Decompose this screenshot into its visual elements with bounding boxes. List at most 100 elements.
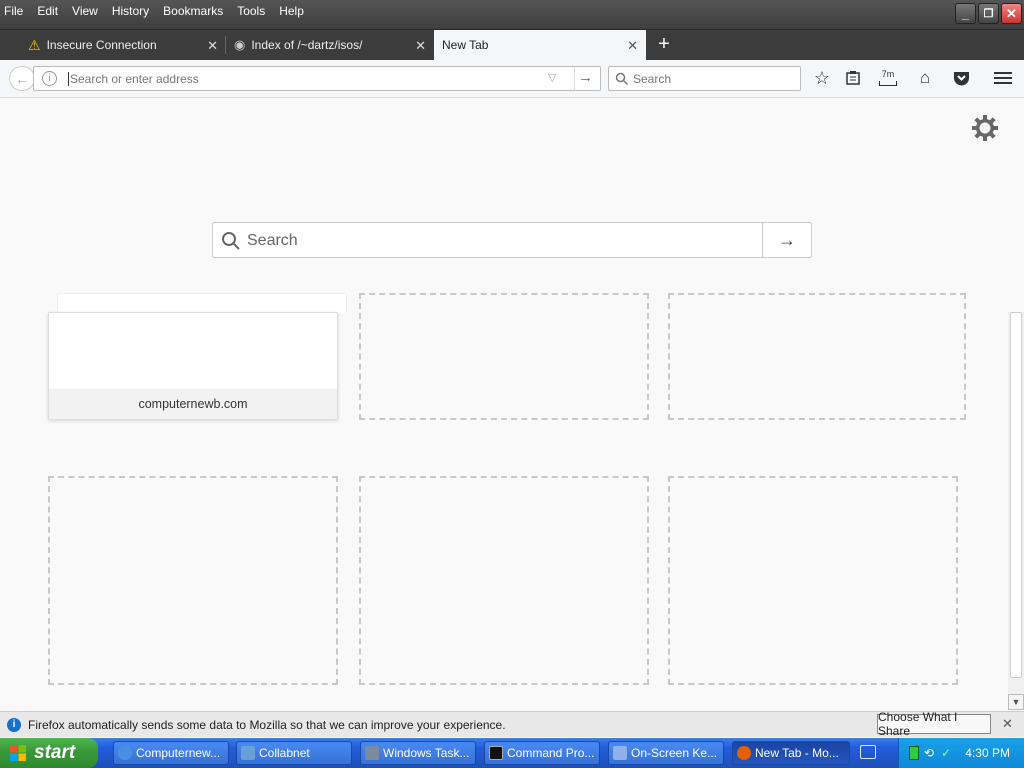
pocket-icon xyxy=(953,71,969,85)
info-icon: i xyxy=(7,717,21,732)
tab-new-tab[interactable]: New Tab ✕ xyxy=(434,30,646,60)
close-icon: ✕ xyxy=(1002,716,1013,731)
go-arrow-icon[interactable]: → xyxy=(578,69,593,86)
scroll-down-button[interactable]: ▼ xyxy=(1008,694,1024,710)
home-icon: ⌂ xyxy=(919,68,931,87)
new-tab-button[interactable]: + xyxy=(654,34,674,54)
open-menu-button[interactable] xyxy=(993,68,1013,88)
new-tab-search-box[interactable]: Search → xyxy=(212,222,812,258)
bookmark-star-button[interactable]: ☆ xyxy=(812,68,832,88)
windows-logo-icon xyxy=(9,744,27,762)
download-icon xyxy=(879,81,897,86)
task-label: Computernew... xyxy=(136,746,221,760)
restore-button[interactable]: ❐ xyxy=(978,3,999,24)
search-bar[interactable]: Search xyxy=(608,66,801,91)
empty-tile xyxy=(668,476,958,685)
top-site-label: computernewb.com xyxy=(49,389,337,419)
notification-bar: i Firefox automatically sends some data … xyxy=(0,711,1024,737)
close-tab-icon[interactable]: ✕ xyxy=(415,38,426,54)
taskbar-item-task-manager[interactable]: Windows Task... xyxy=(360,741,476,765)
task-label: Command Pro... xyxy=(507,746,595,760)
bookmarks-menu-button[interactable] xyxy=(843,68,863,88)
tab-index-isos[interactable]: ◉ Index of /~dartz/isos/ ✕ xyxy=(226,30,434,60)
cmd-icon xyxy=(489,746,503,760)
keyboard-icon xyxy=(613,746,627,760)
taskbar-item-on-screen-keyboard[interactable]: On-Screen Ke... xyxy=(608,741,724,765)
network-status-icon[interactable]: ⟲ xyxy=(924,746,934,760)
plus-icon: + xyxy=(658,33,670,55)
bookmarks-list-icon xyxy=(846,71,860,85)
search-input[interactable]: Search xyxy=(633,72,671,86)
restore-icon: ❐ xyxy=(983,8,994,20)
gear-icon xyxy=(972,115,998,141)
menu-help[interactable]: Help xyxy=(279,4,304,18)
new-tab-search-go-button[interactable]: → xyxy=(762,223,811,257)
chevron-down-icon: ▼ xyxy=(1011,697,1021,707)
close-icon: ✕ xyxy=(1006,5,1017,21)
download-badge: 7m xyxy=(881,69,895,79)
system-tray: ⟲ ✓ 4:30 PM xyxy=(898,738,1024,768)
empty-tile xyxy=(359,293,649,420)
clock[interactable]: 4:30 PM xyxy=(965,746,1010,760)
url-input[interactable]: Search or enter address xyxy=(68,72,199,86)
task-label: New Tab - Mo... xyxy=(755,746,839,760)
menu-bar: File Edit View History Bookmarks Tools H… xyxy=(0,0,1024,22)
empty-tile xyxy=(48,476,338,685)
security-icon[interactable]: ✓ xyxy=(941,746,951,760)
star-icon: ☆ xyxy=(813,67,831,88)
close-tab-icon[interactable]: ✕ xyxy=(627,38,638,54)
minimize-button[interactable]: _ xyxy=(955,3,976,24)
task-manager-icon xyxy=(365,746,379,760)
downloads-button[interactable]: 7m xyxy=(878,68,898,88)
pocket-button[interactable] xyxy=(951,68,971,88)
title-bar: File Edit View History Bookmarks Tools H… xyxy=(0,0,1024,30)
close-notification-button[interactable]: ✕ xyxy=(1002,716,1013,732)
hamburger-menu-icon xyxy=(994,72,1012,84)
menu-edit[interactable]: Edit xyxy=(37,4,58,18)
taskbar-item-collabnet[interactable]: Collabnet xyxy=(236,741,352,765)
task-label: Windows Task... xyxy=(383,746,470,760)
choose-what-i-share-button[interactable]: Choose What I Share xyxy=(877,710,991,738)
menu-file[interactable]: File xyxy=(4,4,23,18)
search-icon xyxy=(222,232,240,250)
tile-tab-strip xyxy=(57,293,347,313)
minimize-icon: _ xyxy=(961,6,970,21)
taskbar-item-computernewb[interactable]: Computernew... xyxy=(113,741,229,765)
customize-gear-button[interactable] xyxy=(970,113,1000,143)
url-bar-divider xyxy=(574,67,575,90)
empty-tile xyxy=(668,293,966,420)
network-icon xyxy=(241,746,255,760)
close-tab-icon[interactable]: ✕ xyxy=(207,38,218,54)
globe-icon: ◉ xyxy=(234,37,246,52)
arrow-right-icon: → xyxy=(778,229,796,250)
top-site-tile[interactable]: computernewb.com xyxy=(48,312,338,420)
warning-icon: ⚠ xyxy=(28,36,41,53)
taskbar-item-command-prompt[interactable]: Command Pro... xyxy=(484,741,600,765)
home-button[interactable]: ⌂ xyxy=(915,68,935,88)
start-button[interactable]: start xyxy=(0,738,98,768)
search-icon xyxy=(615,72,629,86)
url-bar[interactable]: i Search or enter address ▽ → xyxy=(33,66,601,91)
tab-insecure-connection[interactable]: ⚠ Insecure Connection ✕ xyxy=(20,30,226,60)
tab-label: Insecure Connection xyxy=(46,38,157,52)
notification-text: Firefox automatically sends some data to… xyxy=(28,717,506,732)
menu-tools[interactable]: Tools xyxy=(237,4,265,18)
info-icon[interactable]: i xyxy=(42,71,57,86)
start-label: start xyxy=(34,742,76,763)
chrome-icon xyxy=(118,746,132,760)
menu-view[interactable]: View xyxy=(72,4,98,18)
task-label: On-Screen Ke... xyxy=(631,746,718,760)
tab-label: New Tab xyxy=(442,38,489,52)
close-window-button[interactable]: ✕ xyxy=(1001,3,1022,24)
back-arrow-icon: ← xyxy=(15,70,29,87)
menu-bookmarks[interactable]: Bookmarks xyxy=(163,4,223,18)
keyboard-icon[interactable] xyxy=(860,745,876,759)
menu-history[interactable]: History xyxy=(112,4,149,18)
scrollbar-thumb[interactable] xyxy=(1010,312,1022,678)
history-dropdown-icon[interactable]: ▽ xyxy=(548,71,556,84)
back-button[interactable]: ← xyxy=(9,66,35,91)
battery-icon[interactable] xyxy=(909,746,919,760)
new-tab-search-input[interactable]: Search xyxy=(247,232,298,250)
firefox-icon xyxy=(737,746,751,760)
taskbar-item-firefox[interactable]: New Tab - Mo... xyxy=(732,741,850,765)
